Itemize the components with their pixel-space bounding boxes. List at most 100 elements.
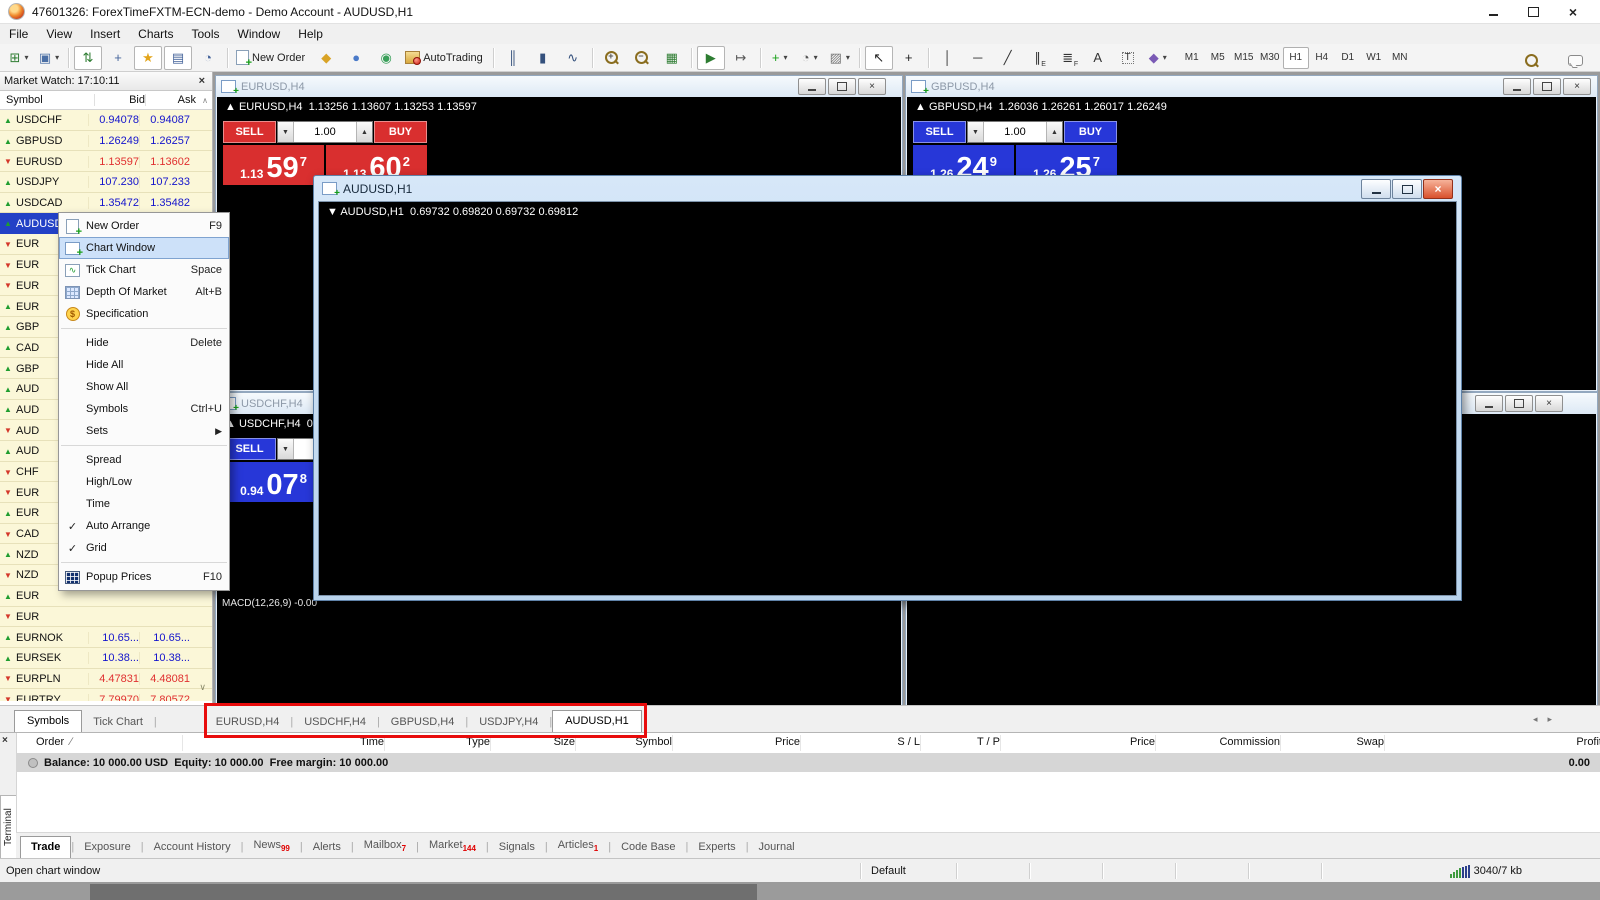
menu-charts[interactable]: Charts bbox=[129, 25, 182, 43]
context-menu-item-sets[interactable]: Sets▶ bbox=[59, 420, 229, 442]
chart-restore-button[interactable] bbox=[1392, 179, 1422, 199]
chart-minimize-button[interactable] bbox=[1361, 179, 1391, 199]
chart-minimize-button[interactable] bbox=[798, 78, 826, 95]
volume-decrease-button[interactable]: ▼ bbox=[968, 122, 984, 142]
context-menu-item-show-all[interactable]: Show All bbox=[59, 376, 229, 398]
text-label-button[interactable]: T bbox=[1114, 46, 1142, 70]
terminal-tab-experts[interactable]: Experts bbox=[688, 837, 745, 858]
volume-input[interactable] bbox=[984, 122, 1046, 142]
volume-increase-button[interactable]: ▲ bbox=[1046, 122, 1062, 142]
terminal-toggle-button[interactable]: ▤ bbox=[164, 46, 192, 70]
volume-decrease-button[interactable]: ▼ bbox=[278, 122, 294, 142]
strategy-tester-button[interactable]: ◔ bbox=[194, 46, 222, 70]
context-menu-item-symbols[interactable]: SymbolsCtrl+U bbox=[59, 398, 229, 420]
auto-scroll-button[interactable]: ▶ bbox=[697, 46, 725, 70]
menu-insert[interactable]: Insert bbox=[81, 25, 129, 43]
terminal-column-price[interactable]: Price bbox=[1004, 736, 1155, 748]
menu-file[interactable]: File bbox=[0, 25, 37, 43]
timeframe-h1[interactable]: H1 bbox=[1283, 47, 1309, 69]
timeframe-m15[interactable]: M15 bbox=[1231, 47, 1257, 69]
close-button[interactable]: × bbox=[1566, 6, 1580, 18]
market-watch-row[interactable]: ▲EURNOK10.65...10.65... bbox=[0, 627, 212, 648]
trend-line-button[interactable]: ╱ bbox=[994, 46, 1022, 70]
context-menu-item-tick-chart[interactable]: ∿Tick ChartSpace bbox=[59, 259, 229, 281]
timeframe-m30[interactable]: M30 bbox=[1257, 47, 1283, 69]
terminal-column-order[interactable]: Order ∕ bbox=[36, 736, 182, 748]
equidistant-channel-button[interactable]: ∥E bbox=[1024, 46, 1052, 70]
terminal-column-s-l[interactable]: S / L bbox=[804, 736, 920, 748]
context-menu-item-grid[interactable]: ✓Grid bbox=[59, 537, 229, 559]
terminal-column-swap[interactable]: Swap bbox=[1284, 736, 1384, 748]
chart-restore-button[interactable] bbox=[1505, 395, 1533, 412]
sell-button[interactable]: SELL bbox=[223, 121, 276, 143]
market-watch-row[interactable]: ▼EUR bbox=[0, 607, 212, 628]
timeframe-m1[interactable]: M1 bbox=[1179, 47, 1205, 69]
status-profile[interactable]: Default bbox=[861, 859, 956, 883]
chart-shift-button[interactable]: ↦ bbox=[727, 46, 755, 70]
column-symbol[interactable]: Symbol bbox=[0, 94, 94, 106]
terminal-tab-mailbox[interactable]: Mailbox7 bbox=[354, 835, 416, 858]
terminal-tab-trade[interactable]: Trade bbox=[20, 836, 71, 858]
chart-close-button[interactable]: × bbox=[1563, 78, 1591, 95]
crosshair-button[interactable]: + bbox=[895, 46, 923, 70]
terminal-close-icon[interactable]: × bbox=[2, 735, 8, 746]
context-menu-item-spread[interactable]: Spread bbox=[59, 449, 229, 471]
chat-button[interactable] bbox=[1561, 48, 1589, 72]
market-watch-close-icon[interactable]: × bbox=[196, 75, 208, 87]
arrows-button[interactable]: ◆▾ bbox=[1144, 46, 1172, 70]
periods-button[interactable]: ◔▾ bbox=[796, 46, 824, 70]
minimize-button[interactable] bbox=[1486, 6, 1500, 18]
context-menu-item-specification[interactable]: $Specification bbox=[59, 303, 229, 325]
market-watch-row[interactable]: ▼EURTRY7.799707.80572 bbox=[0, 689, 212, 701]
tab-scroll-arrows[interactable]: ◂▸ bbox=[1533, 714, 1562, 725]
terminal-tab-account-history[interactable]: Account History bbox=[144, 837, 241, 858]
volume-decrease-button[interactable]: ▼ bbox=[278, 439, 294, 459]
new-order-button[interactable]: New Order bbox=[233, 46, 310, 70]
timeframe-m5[interactable]: M5 bbox=[1205, 47, 1231, 69]
context-menu-item-new-order[interactable]: New OrderF9 bbox=[59, 215, 229, 237]
scroll-down-icon[interactable]: ∨ bbox=[199, 682, 206, 693]
chart-minimize-button[interactable] bbox=[1475, 395, 1503, 412]
terminal-tab-news[interactable]: News99 bbox=[243, 835, 299, 858]
buy-button[interactable]: BUY bbox=[374, 121, 427, 143]
search-button[interactable] bbox=[1517, 48, 1545, 72]
menu-window[interactable]: Window bbox=[229, 25, 290, 43]
scroll-up-icon[interactable]: ∧ bbox=[198, 96, 212, 105]
terminal-tab-market[interactable]: Market144 bbox=[419, 835, 486, 858]
menu-view[interactable]: View bbox=[37, 25, 81, 43]
terminal-tab-articles[interactable]: Articles1 bbox=[548, 835, 609, 858]
context-menu-item-hide[interactable]: HideDelete bbox=[59, 332, 229, 354]
market-watch-tab-symbols[interactable]: Symbols bbox=[14, 710, 82, 733]
zoom-in-button[interactable]: + bbox=[598, 46, 626, 70]
chart-close-button[interactable]: × bbox=[858, 78, 886, 95]
navigator-button[interactable]: ★ bbox=[134, 46, 162, 70]
notifications-button[interactable]: ◉ bbox=[372, 46, 400, 70]
horizontal-line-button[interactable]: ─ bbox=[964, 46, 992, 70]
zoom-out-button[interactable]: − bbox=[628, 46, 656, 70]
terminal-column-commission[interactable]: Commission bbox=[1159, 736, 1280, 748]
bar-chart-button[interactable]: ║ bbox=[499, 46, 527, 70]
chart-close-button[interactable]: × bbox=[1423, 179, 1453, 199]
menu-tools[interactable]: Tools bbox=[183, 25, 229, 43]
chart-restore-button[interactable] bbox=[828, 78, 856, 95]
timeframe-w1[interactable]: W1 bbox=[1361, 47, 1387, 69]
autotrading-button[interactable]: AutoTrading bbox=[402, 46, 488, 70]
fibonacci-button[interactable]: ≣F bbox=[1054, 46, 1082, 70]
vertical-line-button[interactable]: │ bbox=[934, 46, 962, 70]
profiles-button[interactable]: ▣▾ bbox=[35, 46, 63, 70]
sell-price[interactable]: 1.13597 bbox=[223, 145, 324, 185]
column-bid[interactable]: Bid bbox=[94, 94, 145, 106]
terminal-tab-code-base[interactable]: Code Base bbox=[611, 837, 685, 858]
text-button[interactable]: A bbox=[1084, 46, 1112, 70]
terminal-tab-exposure[interactable]: Exposure bbox=[74, 837, 140, 858]
market-watch-row[interactable]: ▲USDCAD1.354721.35482 bbox=[0, 193, 212, 214]
market-watch-row[interactable]: ▲GBPUSD1.262491.26257 bbox=[0, 131, 212, 152]
terminal-tab-signals[interactable]: Signals bbox=[489, 837, 545, 858]
new-chart-button[interactable]: ⊞▾ bbox=[5, 46, 33, 70]
terminal-column-profit[interactable]: Profit bbox=[1388, 736, 1600, 748]
terminal-tab-journal[interactable]: Journal bbox=[749, 837, 805, 858]
tile-windows-button[interactable]: ▦ bbox=[658, 46, 686, 70]
menu-help[interactable]: Help bbox=[289, 25, 332, 43]
timeframe-mn[interactable]: MN bbox=[1387, 47, 1413, 69]
buy-button[interactable]: BUY bbox=[1064, 121, 1117, 143]
